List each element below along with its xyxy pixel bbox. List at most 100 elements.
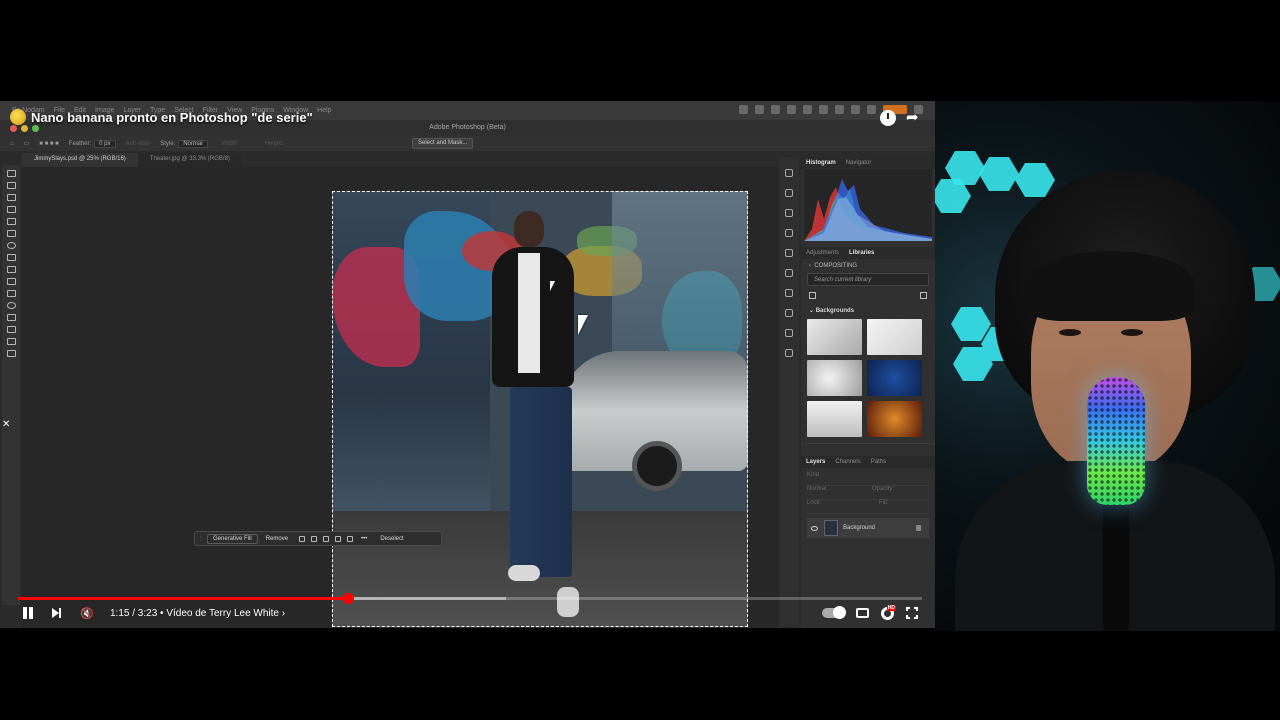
eye-icon <box>811 525 818 531</box>
layers-blend-row: Normal Opacity: <box>807 486 929 500</box>
crop-tool-icon <box>6 266 16 273</box>
fullscreen-button[interactable] <box>906 607 918 619</box>
height-label: Height: <box>264 140 284 147</box>
backgrounds-group-label: ⌄ Backgrounds <box>809 308 855 314</box>
styles-icon <box>785 309 793 317</box>
list-view-icon <box>920 292 927 299</box>
brush-icon <box>299 535 306 542</box>
pause-button[interactable] <box>22 607 34 619</box>
stamp-tool-icon <box>6 338 16 345</box>
tray-icon <box>867 105 876 114</box>
marquee-icon: ▭ <box>23 141 30 147</box>
cursor-icon <box>578 315 588 335</box>
lock-label: Lock: <box>807 500 822 506</box>
tab-jimmyslays: JimmySlays.psd @ 25% (RGB/16) <box>22 153 138 167</box>
next-button[interactable] <box>52 608 62 618</box>
opacity-label: Opacity: <box>872 486 895 492</box>
tab-navigator: Navigator <box>845 160 872 166</box>
drag-handle-icon: ⋮ <box>198 536 204 542</box>
library-search: Search current library <box>807 273 929 286</box>
width-label: Width: <box>221 140 239 147</box>
top-right-controls: ➦ <box>880 110 919 126</box>
canvas-area <box>22 167 795 627</box>
photoshop-window: Ps Nodam File Edit Image Layer Type Sele… <box>0 101 935 628</box>
tray-icon <box>803 105 812 114</box>
fill-icon <box>335 535 342 542</box>
adjust-icon <box>347 535 354 542</box>
layer-row-background: Background <box>807 518 929 538</box>
clone-tool-icon <box>6 314 16 321</box>
artboard-tool-icon <box>6 182 16 189</box>
tab-layers: Layers <box>806 459 826 465</box>
library-thumbnail <box>867 401 922 437</box>
layers-panel: Kind Normal Opacity: Lock: Fill: Backgro… <box>801 468 935 542</box>
tray-icon <box>835 105 844 114</box>
eye <box>1059 329 1081 336</box>
histogram <box>804 169 932 241</box>
selection-mode-icons: ■ ■ ■ ■ <box>39 140 59 147</box>
close-icon[interactable]: ✕ <box>2 419 10 430</box>
mask-icon <box>323 535 330 542</box>
info-icon <box>785 189 793 197</box>
more-button: ••• <box>361 535 368 542</box>
tray-icon <box>755 105 764 114</box>
mute-icon[interactable]: 🔇 <box>80 607 94 620</box>
brush-settings-icon <box>785 249 793 257</box>
layer-thumbnail <box>824 520 838 536</box>
layers-lock-row: Lock: Fill: <box>807 500 929 514</box>
video-title[interactable]: Nano banana pronto en Photoshop "de seri… <box>31 110 313 125</box>
tab-libraries: Libraries <box>849 250 875 256</box>
tray-icon <box>819 105 828 114</box>
move-tool-icon <box>6 170 16 177</box>
eye <box>1121 329 1143 336</box>
options-bar: ⌂ ▭ ■ ■ ■ ■ Feather: 0 px Anti-alias Sty… <box>0 136 935 151</box>
channel-avatar[interactable] <box>10 109 26 125</box>
quick-select-tool-icon <box>6 254 16 261</box>
library-thumbnail <box>867 360 922 396</box>
comments-icon <box>785 349 793 357</box>
settings-gear-icon[interactable]: HD <box>881 604 896 620</box>
fullscreen-corner <box>914 615 918 619</box>
app-title: Adobe Photoshop (Beta) <box>429 124 506 131</box>
progress-bar[interactable] <box>18 593 922 604</box>
video-title-row[interactable]: Nano banana pronto en Photoshop "de seri… <box>10 109 313 125</box>
feather-label: Feather: <box>68 140 92 147</box>
library-thumbnail <box>867 319 922 355</box>
share-icon[interactable]: ➦ <box>906 110 919 126</box>
video-player[interactable]: Ps Nodam File Edit Image Layer Type Sele… <box>0 0 1280 720</box>
autoplay-toggle[interactable] <box>822 606 846 619</box>
car-wheel <box>632 441 682 491</box>
style-select: Normal <box>178 139 208 148</box>
time-display[interactable]: 1:15 / 3:23 • Vídeo de Terry Lee White › <box>110 608 285 619</box>
tab-theater: Theater.jpg @ 33.3% (RGB/8) <box>137 153 242 167</box>
toolbox <box>2 165 20 605</box>
deselect-button: Deselect <box>380 535 404 542</box>
subtitles-button[interactable] <box>856 608 869 618</box>
tray-icon <box>739 105 748 114</box>
player-controls: 🔇 1:15 / 3:23 • Vídeo de Terry Lee White… <box>18 603 922 623</box>
webcam-feed <box>935 101 1280 631</box>
anti-alias-label: Anti-alias <box>125 140 151 147</box>
properties-icon <box>785 209 793 217</box>
histogram-graph <box>804 179 932 241</box>
patch-tool-icon <box>6 302 16 309</box>
person-head <box>514 211 544 247</box>
blend-mode-label: Normal <box>807 486 827 492</box>
fullscreen-corner <box>906 607 910 611</box>
filter-icon <box>809 292 816 299</box>
person-shoe <box>508 565 540 581</box>
watch-later-icon[interactable] <box>880 110 896 126</box>
healing-tool-icon <box>6 290 16 297</box>
tab-paths: Paths <box>870 459 887 465</box>
backgrounds-label: Backgrounds <box>815 308 855 314</box>
color-icon <box>785 289 793 297</box>
pen-tool-icon <box>6 350 16 357</box>
library-footer <box>801 443 935 453</box>
tab-channels: Channels <box>835 459 861 465</box>
libraries-tabs: Adjustments Libraries <box>801 247 935 259</box>
library-name: ‹ COMPOSITING <box>809 263 858 269</box>
style-label: Style: <box>160 140 176 147</box>
history-brush-icon <box>6 326 16 333</box>
progress-played <box>18 597 348 600</box>
tab-histogram: Histogram <box>806 160 836 166</box>
